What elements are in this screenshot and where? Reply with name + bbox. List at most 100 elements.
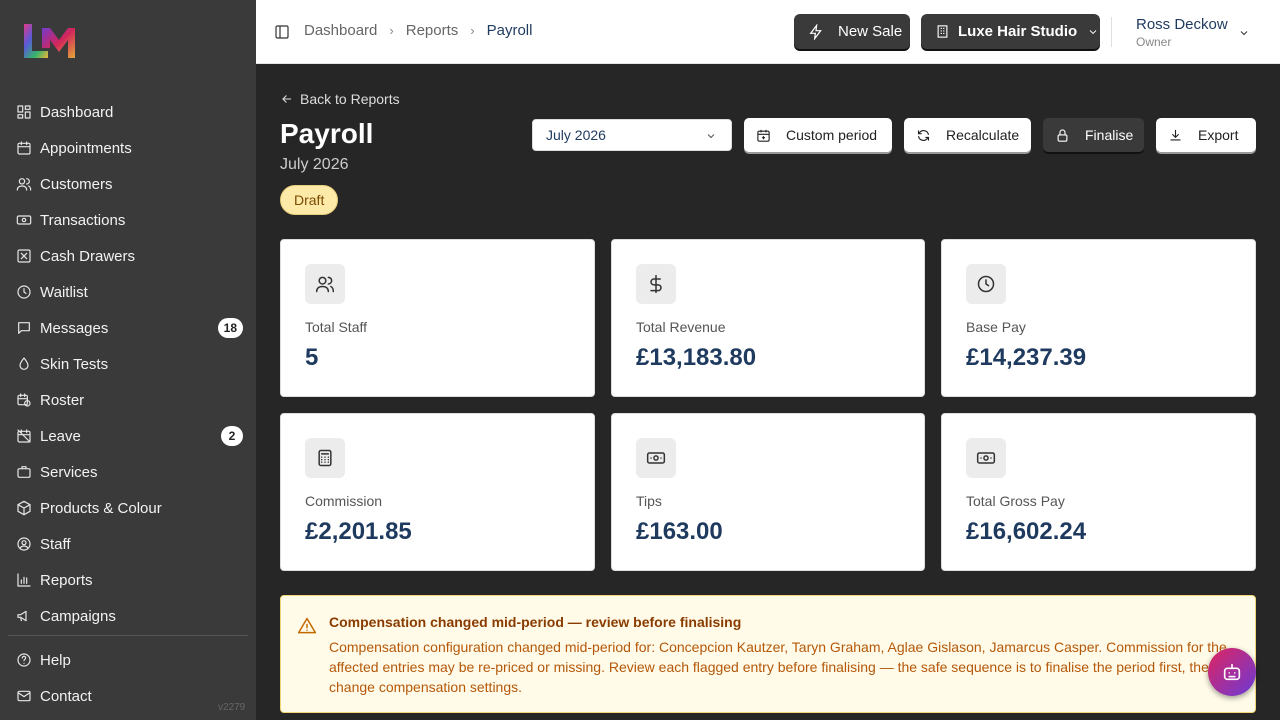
breadcrumb-reports[interactable]: Reports <box>406 22 459 39</box>
export-button[interactable]: Export <box>1156 118 1256 152</box>
custom-period-button[interactable]: Custom period <box>744 118 892 152</box>
sidebar-item-staff[interactable]: Staff <box>8 526 248 562</box>
sidebar-item-label: Cash Drawers <box>40 247 136 265</box>
header-divider <box>1111 17 1112 47</box>
chevron-right-icon: › <box>470 23 475 38</box>
sidebar-item-leave[interactable]: Leave 2 <box>8 418 248 454</box>
grid-icon <box>16 104 32 120</box>
warning-triangle-icon <box>297 616 317 636</box>
studio-switcher-button[interactable]: Luxe Hair Studio <box>921 14 1100 49</box>
sidebar-item-label: Appointments <box>40 139 132 157</box>
sidebar-item-label: Customers <box>40 175 113 193</box>
package-icon <box>16 500 32 516</box>
assistant-bot-button[interactable] <box>1208 648 1256 696</box>
stat-value: £14,237.39 <box>966 344 1087 371</box>
lightning-icon <box>809 23 822 40</box>
sidebar-item-products-colour[interactable]: Products & Colour <box>8 490 248 526</box>
download-icon <box>1170 129 1181 140</box>
breadcrumb-dashboard[interactable]: Dashboard <box>304 22 377 39</box>
sidebar-item-label: Transactions <box>40 211 126 229</box>
stat-card-commission: Commission £2,201.85 <box>280 413 595 571</box>
sidebar-item-label: Leave <box>40 427 81 445</box>
sidebar-item-roster[interactable]: Roster <box>8 382 248 418</box>
sidebar-item-label: Products & Colour <box>40 499 162 517</box>
bot-icon <box>1223 663 1241 681</box>
sidebar-item-campaigns[interactable]: Campaigns <box>8 598 248 634</box>
alert-body: Compensation configuration changed mid-p… <box>329 639 1227 695</box>
sidebar-item-label: Help <box>40 651 71 669</box>
finalise-button[interactable]: Finalise <box>1043 118 1144 152</box>
status-badge: Draft <box>280 185 339 215</box>
sidebar-item-waitlist[interactable]: Waitlist <box>8 274 248 310</box>
sidebar-item-label: Waitlist <box>40 283 88 301</box>
finalise-label: Finalise <box>1085 127 1134 143</box>
help-circle-icon <box>16 652 32 668</box>
mail-icon <box>16 688 32 704</box>
stat-card-total-staff: Total Staff 5 <box>280 239 595 397</box>
sidebar-item-label: Contact <box>40 687 92 705</box>
sidebar-item-reports[interactable]: Reports <box>8 562 248 598</box>
sidebar-item-contact[interactable]: Contact <box>8 678 248 714</box>
briefcase-icon <box>16 464 32 480</box>
sidebar: Dashboard Appointments Customers Transac… <box>0 0 256 720</box>
square-x-icon <box>16 248 32 264</box>
bar-chart-icon <box>16 572 32 588</box>
message-icon <box>16 320 32 336</box>
building-icon <box>937 25 948 38</box>
users-icon <box>16 176 32 192</box>
sidebar-item-help[interactable]: Help <box>8 642 248 678</box>
banknote-icon <box>636 438 676 478</box>
back-to-reports-link[interactable]: Back to Reports <box>280 91 400 107</box>
new-sale-button[interactable]: New Sale <box>794 14 910 49</box>
users-icon <box>305 264 345 304</box>
sidebar-item-transactions[interactable]: Transactions <box>8 202 248 238</box>
chevron-right-icon: › <box>389 23 394 38</box>
panel-toggle-icon[interactable] <box>274 24 290 40</box>
alert-title: Compensation changed mid-period — review… <box>329 614 742 630</box>
recalculate-label: Recalculate <box>946 127 1020 143</box>
sidebar-item-cash-drawers[interactable]: Cash Drawers <box>8 238 248 274</box>
stat-value: £16,602.24 <box>966 518 1087 545</box>
stat-value: 5 <box>305 344 319 371</box>
period-select[interactable]: July 2026 <box>532 119 732 151</box>
user-menu-chevron-icon[interactable] <box>1238 26 1250 38</box>
chevron-down-icon <box>707 134 715 139</box>
calendar-icon <box>16 140 32 156</box>
sidebar-item-label: Staff <box>40 535 71 553</box>
stat-label: Total Revenue <box>636 319 726 335</box>
app-version: v2279 <box>218 702 246 713</box>
calendar-clock-icon <box>16 392 32 408</box>
sidebar-item-skin-tests[interactable]: Skin Tests <box>8 346 248 382</box>
lm-logo[interactable] <box>22 22 76 60</box>
banknote-icon <box>966 438 1006 478</box>
sidebar-item-label: Roster <box>40 391 85 409</box>
sidebar-item-messages[interactable]: Messages 18 <box>8 310 248 346</box>
banknote-icon <box>16 212 32 228</box>
sidebar-item-customers[interactable]: Customers <box>8 166 248 202</box>
sidebar-item-services[interactable]: Services <box>8 454 248 490</box>
calculator-icon <box>305 438 345 478</box>
studio-name: Luxe Hair Studio <box>958 23 1078 40</box>
compensation-warning-alert: Compensation changed mid-period — review… <box>280 595 1256 713</box>
arrow-left-icon <box>282 95 292 103</box>
user-name[interactable]: Ross Deckow <box>1136 16 1228 33</box>
export-label: Export <box>1198 127 1239 143</box>
user-role: Owner <box>1136 35 1172 49</box>
sidebar-item-appointments[interactable]: Appointments <box>8 130 248 166</box>
sidebar-item-label: Dashboard <box>40 103 114 121</box>
recalculate-button[interactable]: Recalculate <box>904 118 1031 152</box>
page-title: Payroll <box>280 118 374 149</box>
sidebar-item-label: Messages <box>40 319 109 337</box>
calendar-plus-icon <box>757 129 770 142</box>
megaphone-icon <box>16 608 32 624</box>
custom-period-label: Custom period <box>786 127 878 143</box>
breadcrumb: Dashboard › Reports › Payroll <box>304 22 532 39</box>
stat-card-total-revenue: Total Revenue £13,183.80 <box>611 239 925 397</box>
top-header: Dashboard › Reports › Payroll New Sale L… <box>256 0 1280 64</box>
messages-count-badge: 18 <box>217 318 243 338</box>
sidebar-item-dashboard[interactable]: Dashboard <box>8 94 248 130</box>
new-sale-label: New Sale <box>838 23 903 40</box>
stat-value: £163.00 <box>636 518 723 545</box>
stat-card-base-pay: Base Pay £14,237.39 <box>941 239 1256 397</box>
user-circle-icon <box>16 536 32 552</box>
